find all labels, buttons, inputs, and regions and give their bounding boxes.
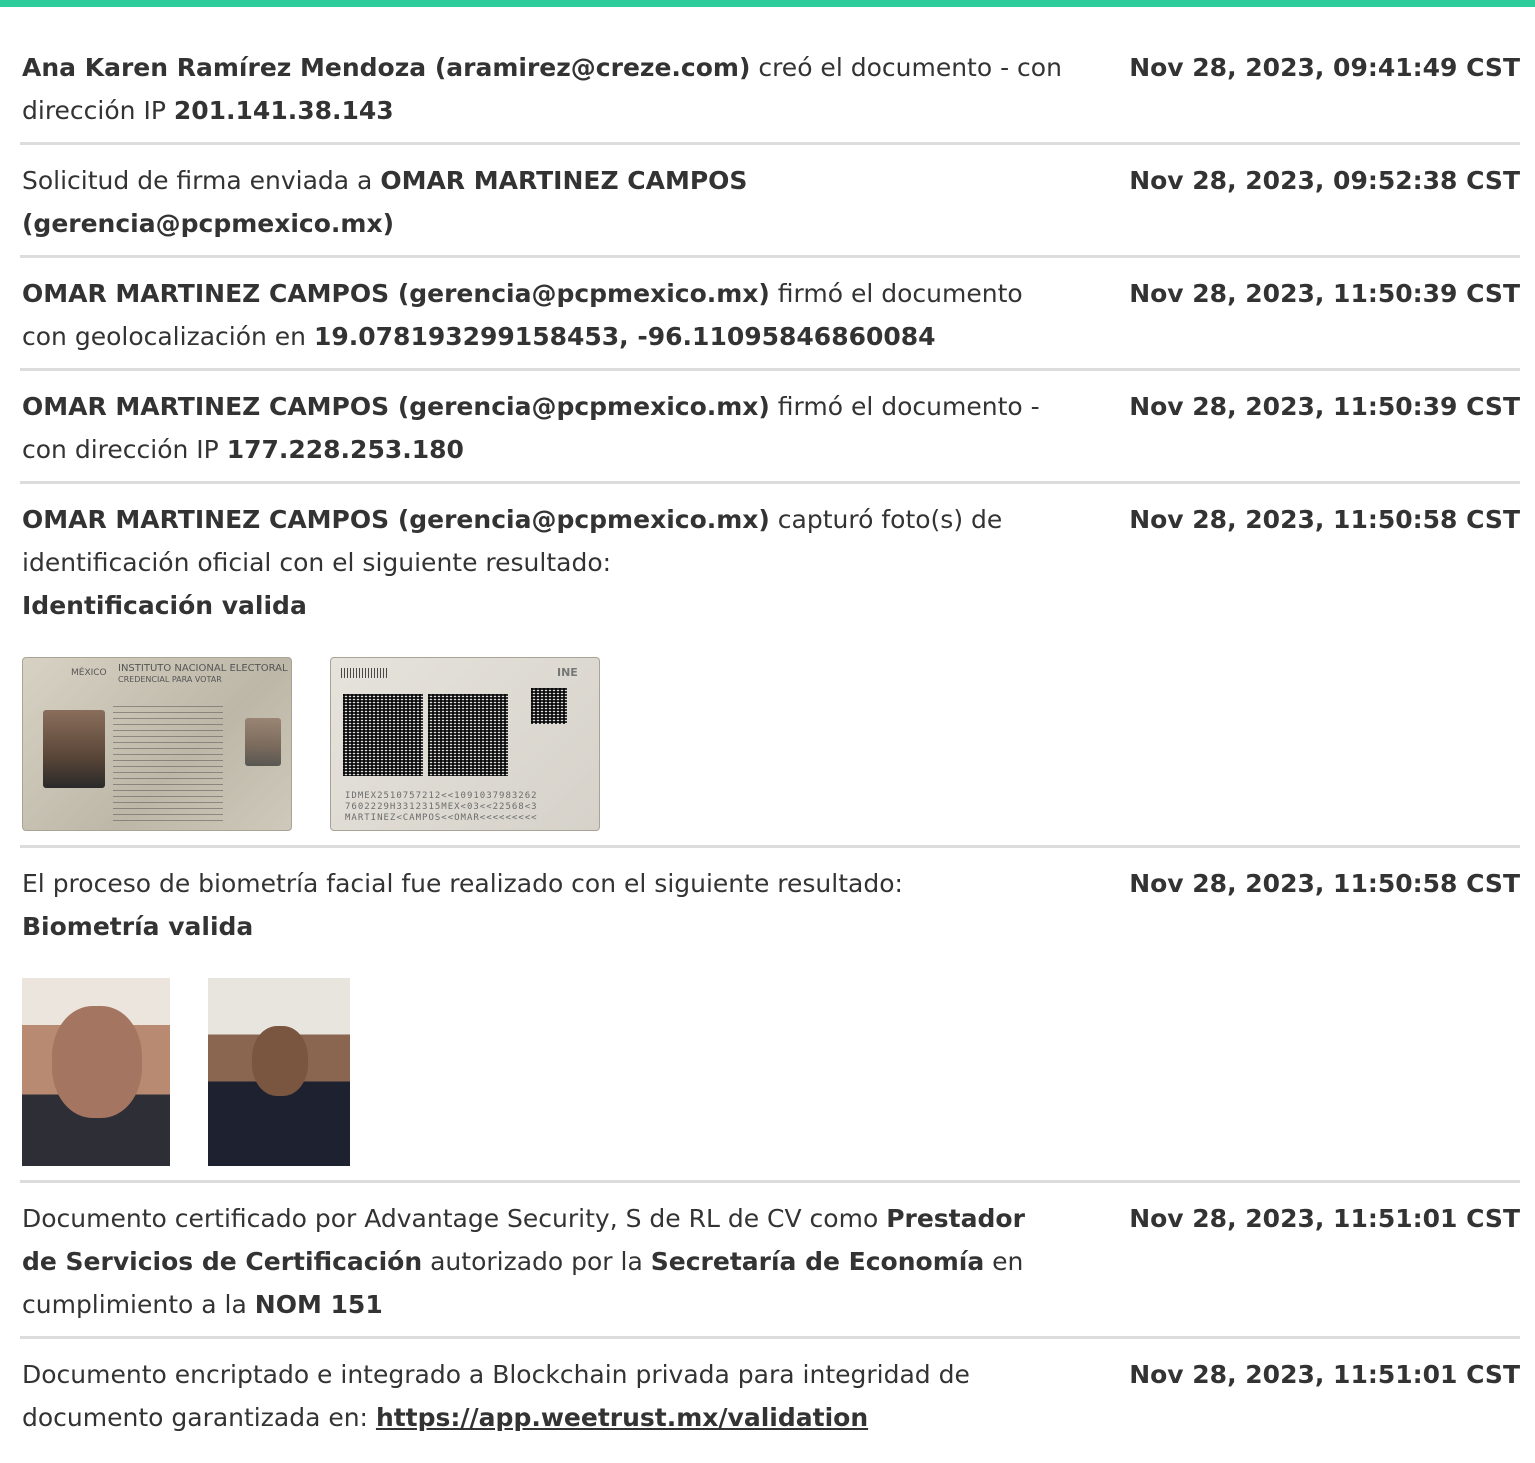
- bold-text: Secretaría de Economía: [650, 1247, 985, 1276]
- log-entry: OMAR MARTINEZ CAMPOS (gerencia@pcpmexico…: [20, 498, 1520, 848]
- log-entry-text: OMAR MARTINEZ CAMPOS (gerencia@pcpmexico…: [22, 272, 1067, 358]
- bold-text: Ana Karen Ramírez Mendoza (aramirez@crez…: [22, 53, 751, 82]
- log-entry: Ana Karen Ramírez Mendoza (aramirez@crez…: [20, 46, 1520, 145]
- mrz-line: IDMEX2510757212<<1091037983262: [345, 791, 538, 801]
- qr-code: [531, 688, 567, 724]
- top-accent-bar: [0, 0, 1535, 7]
- log-entry: OMAR MARTINEZ CAMPOS (gerencia@pcpmexico…: [20, 272, 1520, 371]
- id-subtitle: CREDENCIAL PARA VOTAR: [118, 675, 222, 684]
- text-segment: Solicitud de firma enviada a: [22, 166, 381, 195]
- pdf417-code-1: [343, 694, 423, 776]
- text-segment: El proceso de biometría facial fue reali…: [22, 869, 903, 898]
- log-entry-timestamp: Nov 28, 2023, 11:50:58 CST: [1129, 505, 1520, 534]
- log-entry-timestamp: Nov 28, 2023, 11:51:01 CST: [1129, 1360, 1520, 1389]
- bold-text: Identificación valida: [22, 591, 307, 620]
- mrz-lines: IDMEX2510757212<<1091037983262 7602229H33…: [345, 791, 538, 824]
- log-entry-text: Documento certificado por Advantage Secu…: [22, 1197, 1067, 1326]
- text-segment: Documento certificado por Advantage Secu…: [22, 1204, 887, 1233]
- bold-text: OMAR MARTINEZ CAMPOS (gerencia@pcpmexico…: [22, 279, 770, 308]
- id-ghost-photo: [245, 718, 281, 766]
- log-entry-text: Ana Karen Ramírez Mendoza (aramirez@crez…: [22, 46, 1067, 132]
- id-face-photo: [22, 978, 170, 1166]
- bold-text: Biometría valida: [22, 912, 254, 941]
- validation-link[interactable]: https://app.weetrust.mx/validation: [376, 1403, 868, 1432]
- activity-log: Ana Karen Ramírez Mendoza (aramirez@crez…: [20, 46, 1520, 1463]
- log-entry-text: OMAR MARTINEZ CAMPOS (gerencia@pcpmexico…: [22, 385, 1067, 471]
- id-country: MÉXICO: [71, 668, 107, 678]
- barcode: [341, 668, 387, 678]
- selfie-photo: [208, 978, 350, 1166]
- id-card-front-image: MÉXICO INSTITUTO NACIONAL ELECTORAL CREDEN…: [22, 657, 292, 831]
- pdf417-code-2: [428, 694, 508, 776]
- id-card-back-image: INE IDMEX2510757212<<1091037983262 7602229…: [330, 657, 600, 831]
- log-entry: Solicitud de firma enviada a OMAR MARTIN…: [20, 159, 1520, 258]
- log-entry-timestamp: Nov 28, 2023, 11:50:39 CST: [1129, 279, 1520, 308]
- log-entry: OMAR MARTINEZ CAMPOS (gerencia@pcpmexico…: [20, 385, 1520, 484]
- log-entry-text: Documento encriptado e integrado a Block…: [22, 1353, 1067, 1439]
- log-entry: Documento certificado por Advantage Secu…: [20, 1197, 1520, 1339]
- bold-text: NOM 151: [254, 1290, 383, 1319]
- id-title: INSTITUTO NACIONAL ELECTORAL: [118, 663, 288, 674]
- log-entry-timestamp: Nov 28, 2023, 09:41:49 CST: [1129, 53, 1520, 82]
- bold-text: OMAR MARTINEZ CAMPOS (gerencia@pcpmexico…: [22, 392, 770, 421]
- log-entry-text: OMAR MARTINEZ CAMPOS (gerencia@pcpmexico…: [22, 498, 1067, 835]
- log-entry-text: Solicitud de firma enviada a OMAR MARTIN…: [22, 159, 1067, 245]
- ine-logo: INE: [557, 666, 578, 679]
- log-entry-timestamp: Nov 28, 2023, 11:51:01 CST: [1129, 1204, 1520, 1233]
- bold-text: 201.141.38.143: [173, 96, 394, 125]
- mrz-line: 7602229H3312315MEX<03<<22568<3: [345, 802, 538, 812]
- id-photos: MÉXICO INSTITUTO NACIONAL ELECTORAL CREDEN…: [22, 657, 1067, 835]
- log-entry-timestamp: Nov 28, 2023, 09:52:38 CST: [1129, 166, 1520, 195]
- bold-text: 177.228.253.180: [226, 435, 464, 464]
- bold-text: OMAR MARTINEZ CAMPOS (gerencia@pcpmexico…: [22, 505, 770, 534]
- id-text-lines: [113, 706, 223, 826]
- log-entry-text: El proceso de biometría facial fue reali…: [22, 862, 1067, 1170]
- log-entry: Documento encriptado e integrado a Block…: [20, 1353, 1520, 1449]
- log-entry: El proceso de biometría facial fue reali…: [20, 862, 1520, 1183]
- biometric-photos: [22, 978, 1067, 1170]
- mrz-line: MARTINEZ<CAMPOS<<OMAR<<<<<<<<<: [345, 813, 538, 823]
- log-entry-timestamp: Nov 28, 2023, 11:50:39 CST: [1129, 392, 1520, 421]
- text-segment: autorizado por la: [422, 1247, 651, 1276]
- log-entry-timestamp: Nov 28, 2023, 11:50:58 CST: [1129, 869, 1520, 898]
- id-photo: [43, 710, 105, 788]
- bold-text: 19.078193299158453, -96.11095846860084: [313, 322, 936, 351]
